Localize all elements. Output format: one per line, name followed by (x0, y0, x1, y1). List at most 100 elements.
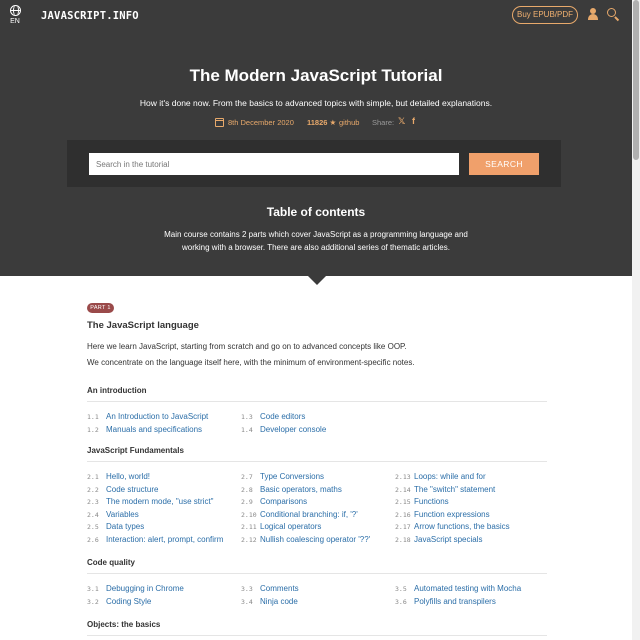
language-switcher[interactable]: EN (7, 5, 23, 25)
item-link[interactable]: Automated testing with Mocha (414, 584, 521, 593)
list-item[interactable]: 2.10 Conditional branching: if, '?' (241, 509, 370, 522)
item-link[interactable]: Arrow functions, the basics (414, 522, 510, 531)
list-item[interactable]: 2.6 Interaction: alert, prompt, confirm (87, 534, 223, 547)
section-column: 2.13 Loops: while and for 2.14 The "switch… (395, 471, 510, 546)
item-link[interactable]: Interaction: alert, prompt, confirm (106, 535, 223, 544)
github-stars[interactable]: 11826 ★ (307, 117, 336, 129)
list-item[interactable]: 2.2 Code structure (87, 484, 223, 497)
list-item[interactable]: 3.4 Ninja code (241, 596, 299, 609)
item-link[interactable]: Polyfills and transpilers (414, 597, 496, 606)
list-item[interactable]: 2.15 Functions (395, 496, 510, 509)
list-item[interactable]: 3.5 Automated testing with Mocha (395, 583, 521, 596)
section-title[interactable]: JavaScript Fundamentals (87, 446, 547, 462)
item-link[interactable]: Function expressions (414, 510, 490, 519)
item-link[interactable]: Comments (260, 584, 299, 593)
search-icon[interactable] (607, 8, 620, 22)
twitter-icon[interactable]: 𝕏 (398, 116, 405, 127)
section-column: 2.7 Type Conversions 2.8 Basic operators, … (241, 471, 370, 546)
item-link[interactable]: Comparisons (260, 497, 307, 506)
user-icon[interactable] (587, 8, 599, 20)
section-column: 1.3 Code editors 1.4 Developer console (241, 411, 326, 436)
list-item[interactable]: 2.8 Basic operators, maths (241, 484, 370, 497)
item-link[interactable]: Data types (106, 522, 144, 531)
list-item[interactable]: 1.1 An Introduction to JavaScript (87, 411, 208, 424)
item-link[interactable]: Hello, world! (106, 472, 150, 481)
item-link[interactable]: The modern mode, "use strict" (106, 497, 214, 506)
part-title[interactable]: The JavaScript language (87, 320, 199, 331)
section-column: 3.1 Debugging in Chrome 3.2 Coding Style (87, 583, 184, 608)
item-link[interactable]: Variables (106, 510, 139, 519)
list-item[interactable]: 1.4 Developer console (241, 424, 326, 437)
list-item[interactable]: 2.14 The "switch" statement (395, 484, 510, 497)
item-number: 1.2 (87, 425, 99, 434)
list-item[interactable]: 2.12 Nullish coalescing operator '??' (241, 534, 370, 547)
item-number: 2.14 (395, 485, 411, 494)
item-link[interactable]: Basic operators, maths (260, 485, 342, 494)
list-item[interactable]: 2.11 Logical operators (241, 521, 370, 534)
part-description: We concentrate on the language itself he… (87, 358, 415, 367)
list-item[interactable]: 2.1 Hello, world! (87, 471, 223, 484)
list-item[interactable]: 2.13 Loops: while and for (395, 471, 510, 484)
hero-pointer-arrow (308, 276, 326, 285)
list-item[interactable]: 2.9 Comparisons (241, 496, 370, 509)
item-number: 3.5 (395, 585, 407, 593)
item-link[interactable]: The "switch" statement (414, 485, 495, 494)
section-column: 2.1 Hello, world! 2.2 Code structure 2.3 Th… (87, 471, 223, 546)
item-number: 2.2 (87, 485, 99, 494)
search-input[interactable] (89, 153, 459, 175)
scrollbar-thumb[interactable] (633, 0, 639, 160)
share-label: Share: (372, 118, 395, 127)
item-link[interactable]: Code structure (106, 485, 158, 494)
item-number: 2.11 (241, 523, 257, 531)
item-link[interactable]: Type Conversions (260, 472, 324, 481)
section-introduction: An introduction 1.1 An Introduction to Ja… (87, 386, 547, 437)
buy-epub-pdf-button[interactable]: Buy EPUB/PDF (512, 6, 578, 24)
item-link[interactable]: Loops: while and for (414, 472, 486, 481)
list-item[interactable]: 2.17 Arrow functions, the basics (395, 521, 510, 534)
item-link[interactable]: An Introduction to JavaScript (106, 412, 208, 421)
item-link[interactable]: Conditional branching: if, '?' (260, 510, 358, 519)
item-link[interactable]: Developer console (260, 425, 326, 434)
list-item[interactable]: 2.16 Function expressions (395, 509, 510, 522)
item-link[interactable]: Logical operators (260, 522, 321, 531)
section-title[interactable]: Objects: the basics (87, 620, 547, 636)
list-item[interactable]: 2.5 Data types (87, 521, 223, 534)
toc-description: Main course contains 2 parts which cover… (150, 228, 482, 254)
page-subtitle: How it's done now. From the basics to ad… (139, 98, 493, 108)
list-item[interactable]: 1.2 Manuals and specifications (87, 424, 208, 437)
item-number: 2.17 (395, 523, 411, 531)
search-button[interactable]: SEARCH (469, 153, 539, 175)
list-item[interactable]: 3.6 Polyfills and transpilers (395, 596, 521, 609)
item-link[interactable]: Code editors (260, 412, 305, 421)
item-link[interactable]: Manuals and specifications (106, 425, 202, 434)
item-number: 2.9 (241, 498, 253, 506)
item-link[interactable]: Functions (414, 497, 449, 506)
section-title[interactable]: An introduction (87, 386, 547, 402)
section-title[interactable]: Code quality (87, 558, 547, 574)
github-link[interactable]: github (339, 117, 359, 129)
item-link[interactable]: Debugging in Chrome (106, 584, 184, 593)
item-number: 2.1 (87, 473, 99, 481)
item-number: 2.7 (241, 473, 253, 481)
item-link[interactable]: Nullish coalescing operator '??' (260, 535, 370, 544)
list-item[interactable]: 2.7 Type Conversions (241, 471, 370, 484)
item-number: 3.2 (87, 597, 99, 606)
list-item[interactable]: 1.3 Code editors (241, 411, 326, 424)
list-item[interactable]: 3.2 Coding Style (87, 596, 184, 609)
section-code-quality: Code quality 3.1 Debugging in Chrome 3.2 C… (87, 558, 547, 609)
facebook-icon[interactable]: f (412, 116, 415, 126)
site-logo[interactable]: JAVASCRIPT.INFO (41, 10, 139, 22)
toc-title: Table of contents (266, 205, 366, 219)
item-number: 2.6 (87, 535, 99, 544)
toc-description-line: working with a browser. There are also a… (182, 243, 450, 252)
item-link[interactable]: JavaScript specials (414, 535, 482, 544)
list-item[interactable]: 2.3 The modern mode, "use strict" (87, 496, 223, 509)
item-link[interactable]: Coding Style (106, 597, 151, 606)
list-item[interactable]: 2.4 Variables (87, 509, 223, 522)
page-scrollbar[interactable] (632, 0, 640, 640)
list-item[interactable]: 2.18 JavaScript specials (395, 534, 510, 547)
item-link[interactable]: Ninja code (260, 597, 298, 606)
item-number: 2.4 (87, 510, 99, 519)
list-item[interactable]: 3.1 Debugging in Chrome (87, 583, 184, 596)
list-item[interactable]: 3.3 Comments (241, 583, 299, 596)
